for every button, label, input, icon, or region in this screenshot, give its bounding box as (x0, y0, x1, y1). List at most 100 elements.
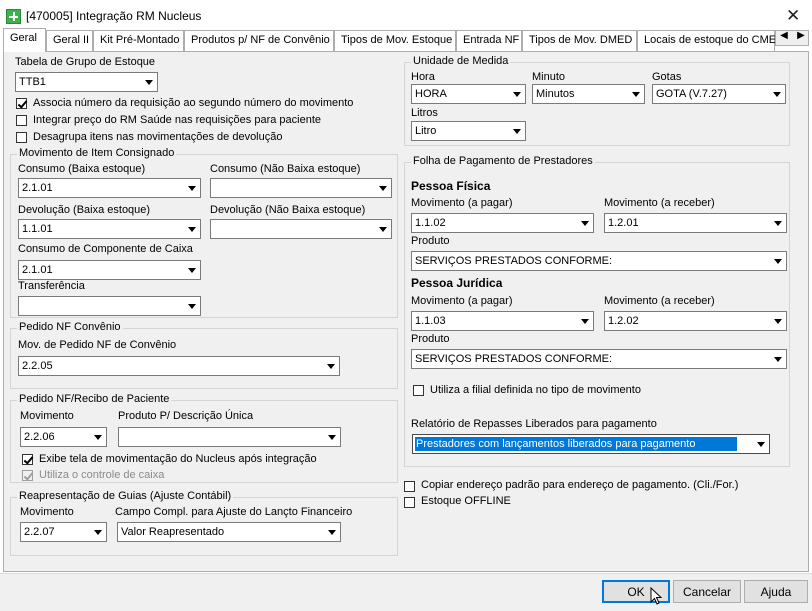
tab-scroll: ◀ ▶ (775, 30, 809, 46)
chevron-down-icon[interactable] (753, 435, 769, 453)
integrar-preco-checkbox[interactable] (16, 115, 27, 126)
copiar-endereco-label: Copiar endereço padrão para endereço de … (421, 479, 739, 491)
controle-caixa-checkbox[interactable] (22, 470, 33, 481)
group-item-consignado-title: Movimento de Item Consignado (17, 147, 177, 159)
transferencia-combo[interactable] (18, 296, 201, 316)
consumo-nao-baixa-combo[interactable] (210, 178, 392, 198)
tabela-grupo-label: Tabela de Grupo de Estoque (15, 56, 156, 68)
chevron-down-icon[interactable] (324, 523, 340, 541)
group-unidade-medida-title: Unidade de Medida (411, 55, 511, 67)
pf-produto-combo[interactable]: SERVIÇOS PRESTADOS CONFORME: (411, 251, 787, 271)
chevron-down-icon[interactable] (628, 85, 644, 103)
chevron-down-icon[interactable] (577, 214, 593, 232)
chevron-down-icon[interactable] (509, 85, 525, 103)
produto-descricao-combo[interactable] (118, 427, 341, 447)
window-title: [470005] Integração RM Nucleus (26, 9, 202, 23)
chevron-down-icon[interactable] (184, 261, 200, 279)
chevron-down-icon[interactable] (769, 85, 785, 103)
devolucao-nao-baixa-combo[interactable] (210, 219, 392, 239)
pj-mov-receber-combo[interactable]: 1.2.02 (604, 311, 787, 331)
consumo-caixa-label: Consumo de Componente de Caixa (18, 243, 193, 255)
transferencia-label: Transferência (18, 280, 85, 292)
hora-combo[interactable]: HORA (411, 84, 526, 104)
pessoa-fisica-title: Pessoa Física (411, 179, 491, 193)
movimento-paciente-label: Movimento (20, 410, 74, 422)
hora-label: Hora (411, 71, 435, 83)
chevron-down-icon[interactable] (141, 73, 157, 91)
chevron-down-icon[interactable] (90, 428, 106, 446)
tab-geral[interactable]: Geral (3, 28, 46, 52)
chevron-down-icon[interactable] (184, 179, 200, 197)
minuto-combo[interactable]: Minutos (532, 84, 645, 104)
group-pedido-nf-convenio: Pedido NF Convênio Mov. de Pedido NF de … (10, 321, 398, 389)
consumo-baixa-combo[interactable]: 2.1.01 (18, 178, 201, 198)
chevron-down-icon[interactable] (770, 214, 786, 232)
reapresentacao-movimento-label: Movimento (20, 506, 74, 518)
exibe-tela-checkbox[interactable] (22, 454, 33, 465)
desagrupa-itens-label: Desagrupa itens nas movimentações de dev… (33, 131, 283, 143)
litros-combo[interactable]: Litro (411, 121, 526, 141)
help-button[interactable]: Ajuda (744, 580, 808, 603)
chevron-down-icon[interactable] (509, 122, 525, 140)
group-item-consignado: Movimento de Item Consignado Consumo (Ba… (10, 147, 398, 318)
tab-scroll-left-icon[interactable]: ◀ (776, 30, 792, 41)
estoque-offline-checkbox[interactable] (404, 497, 415, 508)
tab-tipos-mov-dmed[interactable]: Tipos de Mov. DMED (522, 30, 637, 51)
tab-strip: Geral Geral II Kit Pré-Montado Produtos … (0, 28, 812, 52)
chevron-down-icon[interactable] (323, 357, 339, 375)
pj-mov-receber-label: Movimento (a receber) (604, 295, 715, 307)
pf-mov-pagar-combo[interactable]: 1.1.02 (411, 213, 594, 233)
chevron-down-icon[interactable] (184, 297, 200, 315)
chevron-down-icon[interactable] (375, 179, 391, 197)
cancel-button[interactable]: Cancelar (673, 580, 741, 603)
reapresentacao-movimento-combo[interactable]: 2.2.07 (20, 522, 107, 542)
consumo-baixa-label: Consumo (Baixa estoque) (18, 163, 146, 175)
mov-pedido-nf-label: Mov. de Pedido NF de Convênio (18, 339, 177, 351)
group-unidade-medida: Unidade de Medida Hora HORA Minuto Minut… (404, 55, 790, 146)
produto-descricao-label: Produto P/ Descrição Única (118, 410, 254, 422)
mouse-cursor-icon (650, 587, 662, 605)
relatorio-combo[interactable]: Prestadores com lançamentos liberados pa… (412, 434, 770, 454)
pf-mov-pagar-label: Movimento (a pagar) (411, 197, 513, 209)
tab-geral-ii[interactable]: Geral II (46, 30, 93, 51)
tab-locais-estoque-cme[interactable]: Locais de estoque do CME (637, 30, 776, 51)
tab-tipos-mov-estoque[interactable]: Tipos de Mov. Estoque (334, 30, 456, 51)
campo-compl-combo[interactable]: Valor Reapresentado (117, 522, 341, 542)
pf-mov-receber-combo[interactable]: 1.2.01 (604, 213, 787, 233)
pj-mov-pagar-combo[interactable]: 1.1.03 (411, 311, 594, 331)
associa-numero-checkbox[interactable] (16, 98, 27, 109)
gotas-combo[interactable]: GOTA (V.7.27) (652, 84, 786, 104)
tab-produtos-nf-convenio[interactable]: Produtos p/ NF de Convênio (184, 30, 334, 51)
devolucao-baixa-combo[interactable]: 1.1.01 (18, 219, 201, 239)
tab-scroll-right-icon[interactable]: ▶ (793, 30, 809, 41)
pj-produto-combo[interactable]: SERVIÇOS PRESTADOS CONFORME: (411, 349, 787, 369)
mov-pedido-nf-combo[interactable]: 2.2.05 (18, 356, 340, 376)
chevron-down-icon[interactable] (770, 350, 786, 368)
pf-mov-receber-label: Movimento (a receber) (604, 197, 715, 209)
app-icon (6, 9, 21, 24)
group-folha-pagamento: Folha de Pagamento de Prestadores Pessoa… (404, 155, 790, 467)
chevron-down-icon[interactable] (324, 428, 340, 446)
tab-entrada-nf[interactable]: Entrada NF (456, 30, 522, 51)
devolucao-nao-baixa-label: Devolução (Não Baixa estoque) (210, 204, 366, 216)
button-bar: OK Cancelar Ajuda (0, 573, 812, 611)
chevron-down-icon[interactable] (770, 252, 786, 270)
campo-compl-label: Campo Compl. para Ajuste do Lançto Finan… (115, 506, 353, 518)
desagrupa-itens-checkbox[interactable] (16, 132, 27, 143)
title-bar: [470005] Integração RM Nucleus ✕ (0, 0, 812, 31)
close-icon[interactable]: ✕ (786, 6, 800, 26)
pj-mov-pagar-label: Movimento (a pagar) (411, 295, 513, 307)
consumo-nao-baixa-label: Consumo (Não Baixa estoque) (210, 163, 361, 175)
filial-checkbox[interactable] (413, 385, 424, 396)
chevron-down-icon[interactable] (375, 220, 391, 238)
copiar-endereco-checkbox[interactable] (404, 481, 415, 492)
consumo-caixa-combo[interactable]: 2.1.01 (18, 260, 201, 280)
chevron-down-icon[interactable] (770, 312, 786, 330)
chevron-down-icon[interactable] (184, 220, 200, 238)
chevron-down-icon[interactable] (577, 312, 593, 330)
tab-kit-pre-montado[interactable]: Kit Pré-Montado (93, 30, 184, 51)
movimento-paciente-combo[interactable]: 2.2.06 (20, 427, 107, 447)
tab-content-geral: Tabela de Grupo de Estoque TTB1 Associa … (3, 51, 809, 572)
chevron-down-icon[interactable] (90, 523, 106, 541)
tabela-grupo-combo[interactable]: TTB1 (15, 72, 158, 92)
